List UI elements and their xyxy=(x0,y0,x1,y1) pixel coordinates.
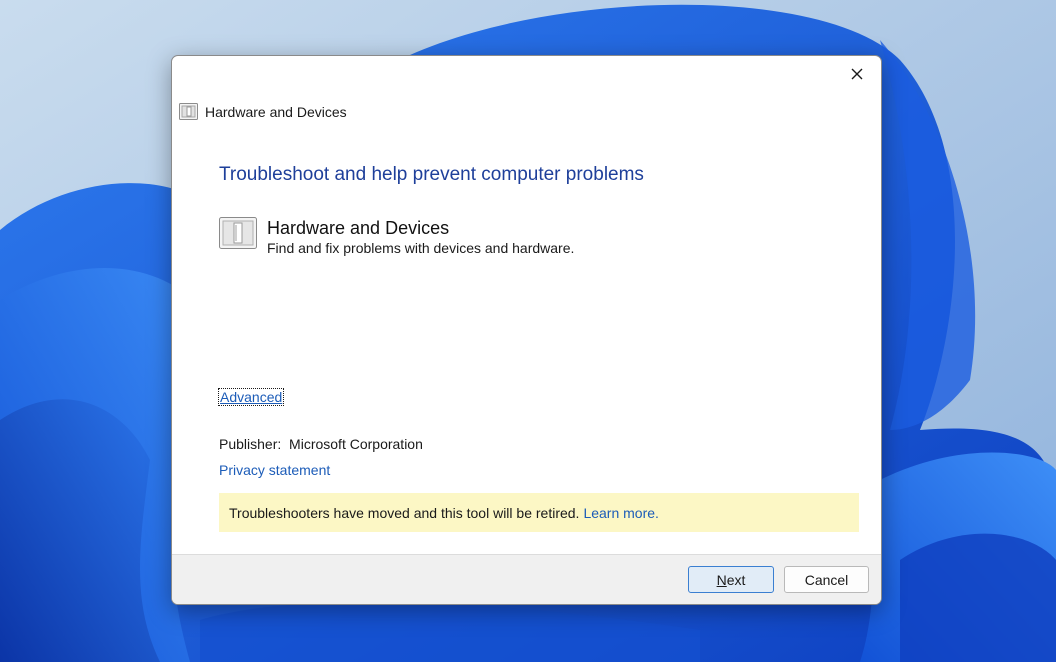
publisher-value: Microsoft Corporation xyxy=(289,436,423,452)
retirement-notice-banner: Troubleshooters have moved and this tool… xyxy=(219,493,859,532)
privacy-statement-link[interactable]: Privacy statement xyxy=(219,462,330,478)
notice-text: Troubleshooters have moved and this tool… xyxy=(229,504,580,521)
troubleshooter-item-hardware-devices[interactable]: Hardware and Devices Find and fix proble… xyxy=(219,217,574,257)
publisher-label: Publisher: xyxy=(219,436,282,452)
window-title: Hardware and Devices xyxy=(205,103,347,120)
next-button[interactable]: Next xyxy=(688,566,774,593)
dialog-footer: Next Cancel xyxy=(172,554,881,604)
close-button[interactable] xyxy=(841,62,873,86)
hardware-devices-icon xyxy=(179,103,198,120)
troubleshooter-dialog: Hardware and Devices Troubleshoot and he… xyxy=(171,55,882,605)
close-icon xyxy=(851,68,863,80)
publisher-info: Publisher: Microsoft Corporation xyxy=(219,436,423,452)
cancel-button[interactable]: Cancel xyxy=(784,566,869,593)
page-heading: Troubleshoot and help prevent computer p… xyxy=(219,164,644,185)
window-title-bar: Hardware and Devices xyxy=(179,103,347,120)
learn-more-link[interactable]: Learn more. xyxy=(583,505,658,521)
troubleshooter-description: Find and fix problems with devices and h… xyxy=(267,240,575,256)
next-button-label: Next xyxy=(716,571,746,588)
hardware-devices-icon xyxy=(219,217,257,249)
advanced-link[interactable]: Advanced xyxy=(217,388,285,406)
troubleshooter-title: Hardware and Devices xyxy=(267,218,450,238)
cancel-button-label: Cancel xyxy=(804,571,849,588)
